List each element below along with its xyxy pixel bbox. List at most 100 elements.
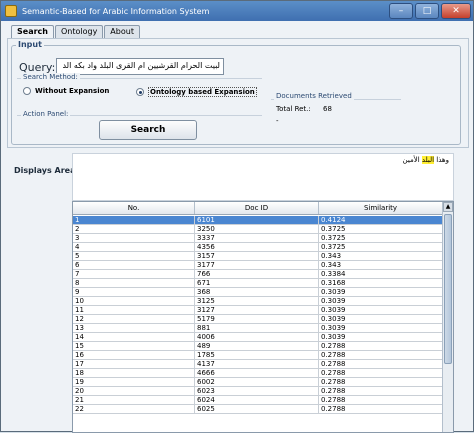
- table-row[interactable]: 16 1785 0.2788: [73, 351, 443, 360]
- cell-no: 16: [73, 351, 195, 359]
- total-retrieved-value: 68: [323, 105, 332, 113]
- cell-no: 8: [73, 279, 195, 287]
- cell-no: 12: [73, 315, 195, 323]
- cell-similarity: 0.3039: [319, 288, 443, 296]
- table-row[interactable]: 7 766 0.3384: [73, 270, 443, 279]
- maximize-button[interactable]: □: [415, 3, 439, 19]
- cell-similarity: 0.3725: [319, 225, 443, 233]
- table-row[interactable]: 10 3125 0.3039: [73, 297, 443, 306]
- cell-no: 9: [73, 288, 195, 296]
- table-row[interactable]: 8 671 0.3168: [73, 279, 443, 288]
- app-window: Semantic-Based for Arabic Information Sy…: [0, 0, 474, 433]
- table-row[interactable]: 9 368 0.3039: [73, 288, 443, 297]
- column-header-similarity[interactable]: Similarity: [319, 202, 443, 214]
- cell-doc-id: 3177: [195, 261, 319, 269]
- cell-similarity: 0.2788: [319, 342, 443, 350]
- minimize-button[interactable]: –: [389, 3, 413, 19]
- table-row[interactable]: 21 6024 0.2788: [73, 396, 443, 405]
- radio-label: Without Expansion: [35, 87, 110, 95]
- tab-bar: Search Ontology About: [11, 25, 141, 38]
- table-row[interactable]: 4 4356 0.3725: [73, 243, 443, 252]
- cell-similarity: 0.2788: [319, 369, 443, 377]
- table-row[interactable]: 2 3250 0.3725: [73, 225, 443, 234]
- cell-no: 4: [73, 243, 195, 251]
- table-row[interactable]: 11 3127 0.3039: [73, 306, 443, 315]
- cell-similarity: 0.3039: [319, 333, 443, 341]
- column-header-doc-id[interactable]: Doc ID: [195, 202, 319, 214]
- cell-similarity: 0.343: [319, 252, 443, 260]
- table-row[interactable]: 15 489 0.2788: [73, 342, 443, 351]
- cell-similarity: 0.3168: [319, 279, 443, 287]
- tab-about[interactable]: About: [104, 25, 140, 38]
- scroll-thumb[interactable]: [444, 214, 452, 364]
- cell-no: 17: [73, 360, 195, 368]
- cell-doc-id: 3157: [195, 252, 319, 260]
- cell-no: 20: [73, 387, 195, 395]
- cell-similarity: 0.2788: [319, 351, 443, 359]
- app-icon: [5, 5, 17, 17]
- scroll-up-icon[interactable]: ▲: [443, 202, 453, 212]
- cell-no: 6: [73, 261, 195, 269]
- table-row[interactable]: 13 881 0.3039: [73, 324, 443, 333]
- results-table[interactable]: No. Doc ID Similarity 1 6101 0.4124 2 3250 0.…: [72, 201, 454, 433]
- cell-doc-id: 671: [195, 279, 319, 287]
- tab-search[interactable]: Search: [11, 25, 54, 38]
- cell-doc-id: 368: [195, 288, 319, 296]
- cell-no: 1: [73, 216, 195, 224]
- cell-doc-id: 3250: [195, 225, 319, 233]
- table-header: No. Doc ID Similarity: [73, 202, 443, 215]
- radio-dot-selected-icon: [136, 88, 144, 96]
- table-row[interactable]: 12 5179 0.3039: [73, 315, 443, 324]
- cell-doc-id: 6101: [195, 216, 319, 224]
- cell-no: 3: [73, 234, 195, 242]
- cell-similarity: 0.3725: [319, 234, 443, 242]
- cell-no: 18: [73, 369, 195, 377]
- display-text-after: الأمين: [402, 156, 422, 164]
- vertical-scrollbar[interactable]: ▲: [442, 202, 453, 432]
- cell-similarity: 0.3384: [319, 270, 443, 278]
- close-button[interactable]: ✕: [441, 3, 471, 19]
- cell-doc-id: 3125: [195, 297, 319, 305]
- cell-doc-id: 3127: [195, 306, 319, 314]
- cell-similarity: 0.3039: [319, 315, 443, 323]
- query-input[interactable]: لبيت الحرام القرشيين ام القرى البلد واد …: [56, 58, 224, 75]
- cell-similarity: 0.4124: [319, 216, 443, 224]
- title-bar[interactable]: Semantic-Based for Arabic Information Sy…: [1, 1, 473, 21]
- cell-similarity: 0.3039: [319, 306, 443, 314]
- cell-doc-id: 4666: [195, 369, 319, 377]
- cell-doc-id: 4356: [195, 243, 319, 251]
- search-button[interactable]: Search: [99, 120, 197, 140]
- table-row[interactable]: 19 6002 0.2788: [73, 378, 443, 387]
- cell-no: 19: [73, 378, 195, 386]
- input-legend: Input: [16, 40, 44, 49]
- radio-ontology-expansion[interactable]: Ontology based Expansion: [136, 87, 257, 97]
- display-text-highlight: البلد: [421, 156, 435, 164]
- cell-no: 10: [73, 297, 195, 305]
- displays-area[interactable]: وهذا البلد الأمين: [72, 153, 454, 201]
- radio-without-expansion[interactable]: Without Expansion: [23, 87, 109, 95]
- documents-retrieved-legend: Documents Retrieved: [274, 92, 354, 100]
- cell-similarity: 0.2788: [319, 387, 443, 395]
- tab-ontology[interactable]: Ontology: [54, 25, 104, 38]
- table-row[interactable]: 1 6101 0.4124: [73, 216, 443, 225]
- cell-similarity: 0.343: [319, 261, 443, 269]
- table-row[interactable]: 17 4137 0.2788: [73, 360, 443, 369]
- cell-similarity: 0.2788: [319, 405, 443, 413]
- table-row[interactable]: 6 3177 0.343: [73, 261, 443, 270]
- cell-doc-id: 766: [195, 270, 319, 278]
- cell-no: 14: [73, 333, 195, 341]
- cell-doc-id: 881: [195, 324, 319, 332]
- table-row[interactable]: 18 4666 0.2788: [73, 369, 443, 378]
- displays-area-label: Displays Area: [14, 166, 76, 175]
- table-row[interactable]: 3 3337 0.3725: [73, 234, 443, 243]
- cell-no: 13: [73, 324, 195, 332]
- table-row[interactable]: 14 4006 0.3039: [73, 333, 443, 342]
- cell-doc-id: 6025: [195, 405, 319, 413]
- cell-similarity: 0.2788: [319, 396, 443, 404]
- cell-doc-id: 6002: [195, 378, 319, 386]
- table-row[interactable]: 5 3157 0.343: [73, 252, 443, 261]
- radio-dot-icon: [23, 87, 31, 95]
- table-row[interactable]: 20 6023 0.2788: [73, 387, 443, 396]
- column-header-no[interactable]: No.: [73, 202, 195, 214]
- table-row[interactable]: 22 6025 0.2788: [73, 405, 443, 414]
